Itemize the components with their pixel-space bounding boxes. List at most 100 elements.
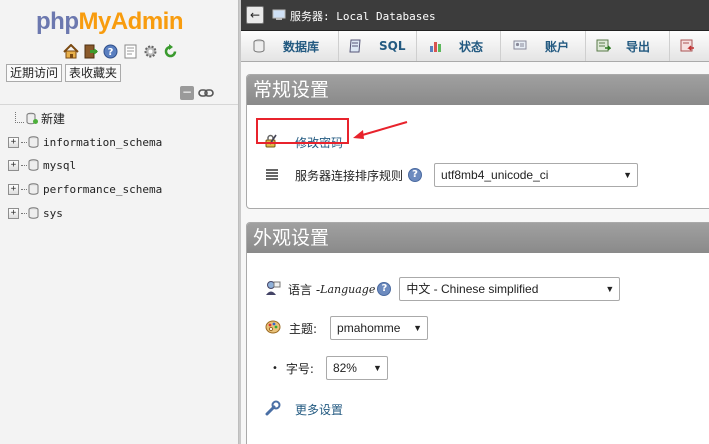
breadcrumb-server[interactable]: 服务器: Local Databases — [290, 8, 436, 24]
back-arrow-button[interactable]: ← — [246, 6, 264, 24]
tab-databases-label: 数据库 — [283, 39, 320, 54]
more-settings-row: 更多设置 — [265, 400, 343, 419]
appearance-settings-panel: 外观设置 语言 - Language ? 中文 - Chinese simpli… — [246, 222, 709, 444]
tree-item-db-3[interactable]: + sys — [8, 205, 63, 221]
language-label: 语言 - — [288, 282, 321, 297]
collation-icon — [265, 168, 279, 183]
tab-accounts-label: 账户 — [545, 39, 570, 54]
theme-palette-icon — [265, 320, 281, 337]
recent-favorites-tabs: 近期访问 表收藏夹 — [6, 64, 122, 82]
database-icon — [28, 159, 39, 171]
database-icon — [28, 207, 39, 219]
tree-controls: − — [180, 86, 215, 100]
collation-label: 服务器连接排序规则 — [295, 168, 404, 183]
exit-icon[interactable] — [82, 43, 99, 60]
language-select-value: 中文 - Chinese simplified — [406, 282, 539, 296]
tab-export-label: 导出 — [626, 39, 651, 54]
settings-icon[interactable] — [142, 43, 159, 60]
tree-item-label[interactable]: sys — [43, 207, 63, 220]
svg-text:?: ? — [108, 47, 114, 58]
theme-label: 主题: — [289, 321, 318, 336]
tab-sql[interactable]: SQL — [338, 31, 406, 61]
phpmyadmin-logo[interactable]: phpMyAdmin — [36, 8, 183, 36]
expand-icon[interactable]: + — [8, 207, 19, 219]
tree-branch — [21, 212, 27, 214]
database-icon — [253, 39, 267, 53]
appearance-settings-title: 外观设置 — [247, 223, 709, 253]
tree-item-label[interactable]: mysql — [43, 159, 76, 172]
tree-item-label[interactable]: information_schema — [43, 136, 162, 149]
collation-select-value: utf8mb4_unicode_ci — [441, 168, 549, 182]
chevron-down-icon: ▼ — [373, 363, 382, 373]
nav-divider — [0, 104, 238, 105]
chevron-down-icon: ▼ — [413, 323, 423, 333]
tab-databases[interactable]: 数据库 — [253, 31, 319, 61]
chevron-down-icon: ▼ — [605, 284, 615, 294]
home-icon[interactable] — [62, 43, 79, 60]
accounts-icon — [513, 39, 527, 53]
main-menu: 数据库 SQL 状态 账户 导出 — [241, 31, 709, 62]
tab-import[interactable] — [669, 31, 694, 61]
tab-export[interactable]: 导出 — [585, 31, 650, 61]
help-icon[interactable]: ? — [102, 43, 119, 60]
tree-branch — [21, 141, 27, 143]
tab-accounts[interactable]: 账户 — [500, 31, 569, 61]
font-size-label: 字号: — [285, 361, 314, 376]
theme-select[interactable]: pmahomme ▼ — [330, 316, 429, 340]
language-row: 语言 - Language ? 中文 - Chinese simplified … — [265, 277, 621, 301]
collation-row: 服务器连接排序规则 ? utf8mb4_unicode_ci ▼ — [265, 163, 639, 187]
import-icon — [680, 39, 694, 53]
tab-status-label: 状态 — [459, 39, 484, 54]
navigation-panel: phpMyAdmin ? 近期访问 表收藏夹 − 新建 + informatio… — [0, 0, 238, 444]
tree-item-new[interactable]: 新建 — [26, 110, 65, 126]
language-select[interactable]: 中文 - Chinese simplified ▼ — [399, 277, 621, 301]
favorites-tab[interactable]: 表收藏夹 — [65, 64, 122, 82]
docs-icon[interactable] — [122, 43, 139, 60]
chevron-down-icon: ▼ — [623, 170, 633, 180]
sql-icon — [349, 39, 363, 53]
database-icon — [28, 136, 39, 148]
expand-icon[interactable]: + — [8, 183, 19, 195]
export-icon — [596, 39, 612, 53]
logo-myadmin: MyAdmin — [78, 8, 183, 35]
general-settings-title: 常规设置 — [247, 75, 709, 105]
tree-item-label[interactable]: performance_schema — [43, 183, 162, 196]
top-breadcrumb-bar: ← 服务器: Local Databases — [241, 0, 709, 31]
font-size-select[interactable]: 82% ▼ — [325, 356, 388, 380]
theme-row: 主题: pmahomme ▼ — [265, 316, 429, 340]
tree-branch — [21, 164, 27, 166]
tree-branch — [21, 188, 27, 190]
more-settings-link[interactable]: 更多设置 — [295, 401, 343, 418]
help-icon[interactable]: ? — [377, 282, 392, 296]
tab-sql-label: SQL — [379, 39, 406, 53]
annotation-arrow — [353, 121, 408, 139]
font-size-row: • 字号: 82% ▼ — [272, 356, 388, 380]
server-icon — [272, 9, 286, 21]
bullet-icon: • — [272, 362, 278, 374]
nav-icon-bar: ? — [62, 43, 179, 60]
wrench-icon — [265, 400, 281, 419]
logo-php: php — [36, 8, 79, 35]
language-icon — [265, 280, 281, 299]
expand-icon[interactable]: + — [8, 136, 19, 148]
theme-select-value: pmahomme — [337, 321, 401, 335]
status-icon — [429, 39, 443, 53]
link-icon[interactable] — [197, 86, 215, 100]
tree-item-new-label: 新建 — [41, 111, 66, 126]
recent-tab[interactable]: 近期访问 — [6, 64, 63, 82]
tree-item-db-0[interactable]: + information_schema — [8, 134, 162, 150]
tree-item-db-2[interactable]: + performance_schema — [8, 181, 162, 197]
new-database-icon — [26, 112, 38, 125]
tab-status[interactable]: 状态 — [416, 31, 483, 61]
tree-item-db-1[interactable]: + mysql — [8, 157, 76, 173]
database-icon — [28, 183, 39, 195]
collation-select[interactable]: utf8mb4_unicode_ci ▼ — [434, 163, 639, 187]
help-icon[interactable]: ? — [408, 168, 423, 182]
reload-icon[interactable] — [162, 43, 179, 60]
annotation-highlight-box — [256, 118, 349, 144]
tree-connector — [15, 112, 24, 123]
collapse-all-button[interactable]: − — [180, 86, 194, 100]
main-content: 常规设置 修改密码 服务器连接排序规则 ? utf8mb4_unicode_ci… — [241, 62, 709, 444]
font-size-select-value: 82% — [332, 361, 357, 375]
expand-icon[interactable]: + — [8, 159, 19, 171]
